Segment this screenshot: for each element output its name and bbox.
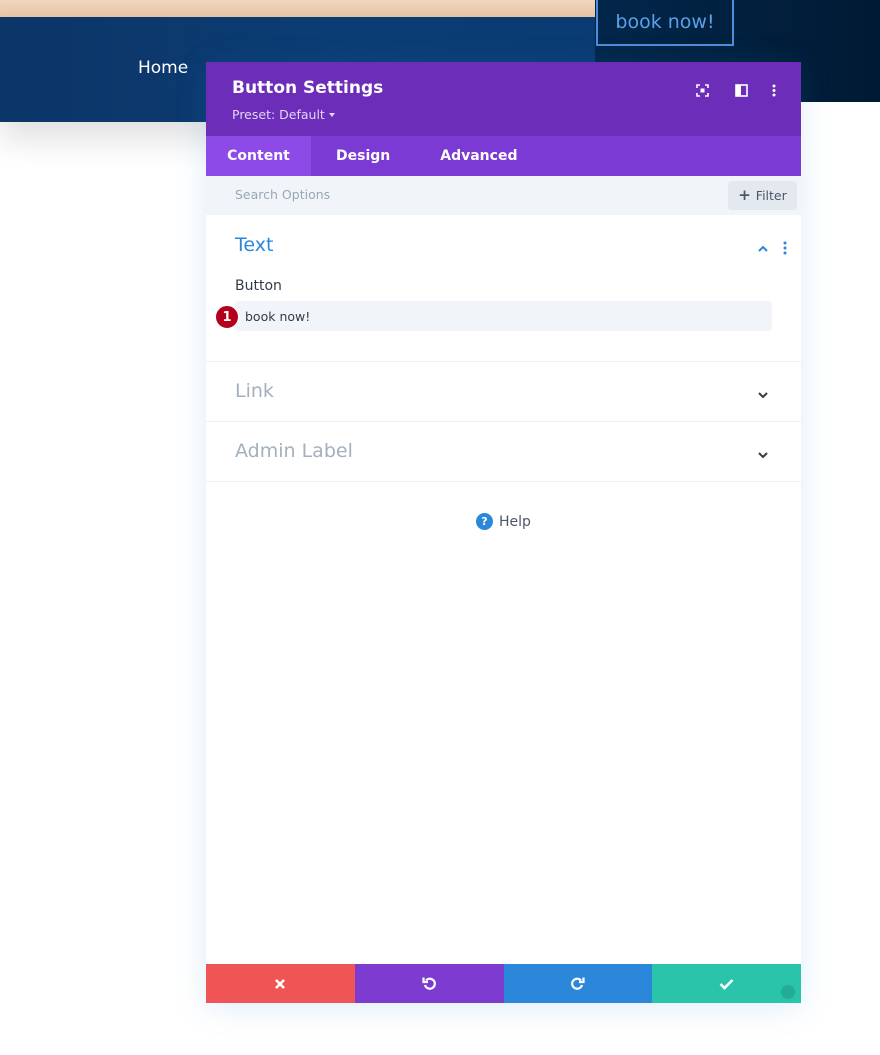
split-view-icon[interactable]: [733, 82, 749, 98]
caret-down-icon: [328, 113, 335, 117]
settings-tabs: Content Design Advanced: [206, 136, 801, 176]
section-divider: [206, 421, 801, 422]
filter-button[interactable]: + Filter: [728, 181, 797, 210]
hero-top-strip: [0, 0, 595, 17]
modal-footer: [206, 964, 801, 1003]
section-title-admin-label[interactable]: Admin Label: [235, 440, 353, 462]
preset-selector[interactable]: Preset: Default: [232, 107, 335, 122]
button-text-label: Button: [235, 278, 282, 294]
step-marker-badge: 1: [215, 305, 239, 329]
resize-handle-icon[interactable]: [781, 985, 795, 999]
section-title-link[interactable]: Link: [235, 380, 274, 402]
tab-content[interactable]: Content: [206, 136, 311, 176]
save-button[interactable]: [652, 964, 801, 1003]
help-label: Help: [499, 513, 531, 530]
filter-label: Filter: [755, 188, 787, 203]
tab-advanced[interactable]: Advanced: [415, 136, 542, 176]
preset-label: Preset: Default: [232, 107, 325, 122]
redo-button[interactable]: [503, 964, 653, 1003]
modal-title: Button Settings: [232, 78, 384, 98]
tab-design[interactable]: Design: [311, 136, 415, 176]
section-divider: [206, 481, 801, 482]
redo-icon: [571, 977, 585, 990]
more-vertical-icon[interactable]: [766, 82, 782, 98]
nav-link-home[interactable]: Home: [138, 58, 188, 78]
plus-icon: +: [738, 186, 751, 204]
undo-icon: [422, 977, 436, 990]
undo-button[interactable]: [354, 964, 504, 1003]
button-settings-modal: Button Settings Preset: Default Content …: [206, 62, 801, 1003]
chevron-down-icon[interactable]: [757, 446, 769, 459]
modal-header: Button Settings Preset: Default: [206, 62, 801, 136]
section-options-icon[interactable]: [782, 240, 788, 255]
cancel-button[interactable]: [206, 964, 355, 1003]
search-options-input[interactable]: [235, 187, 615, 202]
section-divider: [206, 361, 801, 362]
save-check-icon: [719, 978, 734, 990]
focus-icon[interactable]: [694, 82, 710, 98]
chevron-up-icon[interactable]: [757, 240, 769, 252]
help-icon: ?: [476, 513, 493, 530]
cancel-icon: [275, 978, 286, 989]
section-title-text[interactable]: Text: [235, 234, 273, 256]
search-row: + Filter: [206, 176, 801, 215]
book-now-button[interactable]: book now!: [596, 0, 734, 46]
button-text-input[interactable]: [235, 301, 772, 331]
help-link[interactable]: ? Help: [476, 513, 531, 530]
chevron-down-icon[interactable]: [757, 386, 769, 399]
